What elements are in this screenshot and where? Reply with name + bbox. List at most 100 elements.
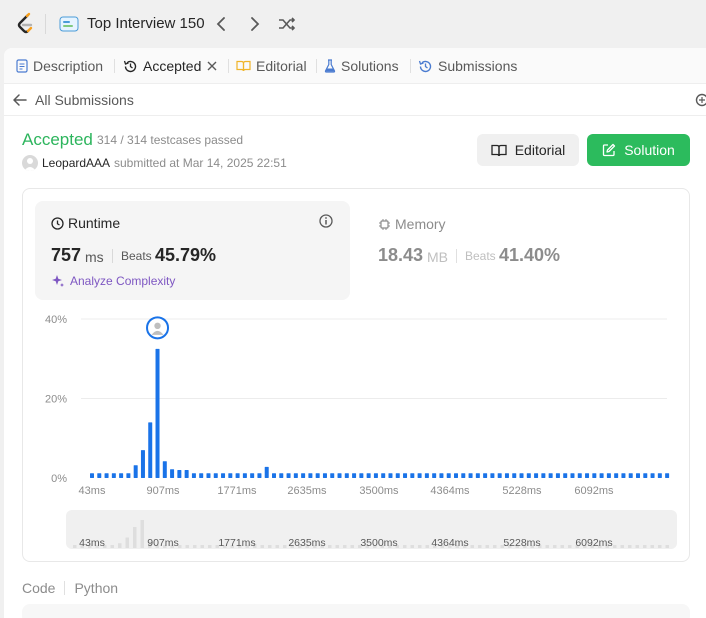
chart-bar[interactable]: [665, 473, 669, 478]
chart-bar[interactable]: [163, 461, 167, 478]
chart-bar[interactable]: [301, 473, 305, 478]
chart-bar[interactable]: [439, 473, 443, 478]
solution-button[interactable]: Solution: [587, 134, 690, 166]
chart-bar[interactable]: [636, 473, 640, 478]
chart-bar[interactable]: [221, 473, 225, 478]
chart-bar[interactable]: [621, 473, 625, 478]
chart-bar[interactable]: [570, 473, 574, 478]
chart-bar[interactable]: [425, 473, 429, 478]
chart-bar[interactable]: [330, 473, 334, 478]
chart-bar[interactable]: [257, 473, 261, 478]
chart-bar[interactable]: [476, 473, 480, 478]
chart-bar[interactable]: [199, 473, 203, 478]
chart-bar[interactable]: [512, 473, 516, 478]
chart-bar[interactable]: [600, 473, 604, 478]
chart-bar[interactable]: [541, 473, 545, 478]
share-icon[interactable]: [694, 92, 706, 108]
runtime-distribution-chart[interactable]: 0%20%40%43ms907ms1771ms2635ms3500ms4364m…: [23, 189, 691, 563]
chart-bar[interactable]: [614, 473, 618, 478]
chart-bar[interactable]: [549, 473, 553, 478]
chart-bar[interactable]: [490, 473, 494, 478]
chart-bar[interactable]: [447, 473, 451, 478]
chart-bar[interactable]: [352, 473, 356, 478]
author-name[interactable]: LeopardAAA: [42, 156, 110, 170]
chart-bar[interactable]: [505, 473, 509, 478]
chart-bar[interactable]: [185, 470, 189, 478]
arrow-left-icon[interactable]: [12, 92, 28, 108]
chart-bar[interactable]: [236, 473, 240, 478]
chart-bar[interactable]: [534, 473, 538, 478]
chart-bar[interactable]: [294, 473, 298, 478]
chart-bar[interactable]: [323, 473, 327, 478]
chart-bar[interactable]: [432, 473, 436, 478]
chart-bar[interactable]: [148, 422, 152, 478]
chart-bar[interactable]: [90, 473, 94, 478]
all-submissions-link[interactable]: All Submissions: [35, 92, 134, 108]
chart-bar[interactable]: [126, 473, 130, 478]
chart-bar[interactable]: [97, 473, 101, 478]
chart-bar[interactable]: [279, 473, 283, 478]
chart-bar[interactable]: [403, 473, 407, 478]
chart-bar[interactable]: [381, 473, 385, 478]
chevron-left-icon[interactable]: [210, 13, 232, 35]
editorial-button[interactable]: Editorial: [477, 134, 579, 166]
chart-bar[interactable]: [520, 473, 524, 478]
code-block[interactable]: [22, 604, 690, 618]
chart-bar[interactable]: [265, 467, 269, 478]
chart-bar[interactable]: [206, 473, 210, 478]
chart-bar[interactable]: [112, 473, 116, 478]
study-plan-icon[interactable]: [59, 14, 79, 34]
chart-bar[interactable]: [556, 473, 560, 478]
chart-bar[interactable]: [461, 473, 465, 478]
chart-bar[interactable]: [141, 450, 145, 478]
chart-bar[interactable]: [272, 473, 276, 478]
chart-bar[interactable]: [578, 473, 582, 478]
avatar[interactable]: [22, 155, 38, 171]
code-tab[interactable]: Code: [22, 580, 55, 596]
tab-editorial[interactable]: Editorial: [236, 48, 307, 84]
chart-bar[interactable]: [396, 473, 400, 478]
chart-bar[interactable]: [119, 473, 123, 478]
chart-bar[interactable]: [338, 473, 342, 478]
chart-bar[interactable]: [629, 473, 633, 478]
chart-bar[interactable]: [228, 473, 232, 478]
chart-bar[interactable]: [563, 473, 567, 478]
chart-bar[interactable]: [359, 473, 363, 478]
tab-accepted[interactable]: Accepted: [123, 48, 217, 84]
chart-bar[interactable]: [658, 473, 662, 478]
chart-bar[interactable]: [651, 473, 655, 478]
chart-bar[interactable]: [643, 473, 647, 478]
chart-bar[interactable]: [454, 473, 458, 478]
chart-bar[interactable]: [418, 473, 422, 478]
chart-bar[interactable]: [192, 473, 196, 478]
chart-bar[interactable]: [527, 473, 531, 478]
shuffle-icon[interactable]: [276, 13, 298, 35]
chart-bar[interactable]: [367, 473, 371, 478]
chart-bar[interactable]: [410, 473, 414, 478]
tab-solutions[interactable]: Solutions: [324, 48, 399, 84]
chart-bar[interactable]: [607, 473, 611, 478]
study-plan-title[interactable]: Top Interview 150: [87, 15, 205, 32]
chart-bar[interactable]: [498, 473, 502, 478]
chart-bar[interactable]: [345, 473, 349, 478]
chart-bar[interactable]: [170, 469, 174, 478]
chart-bar[interactable]: [316, 473, 320, 478]
chart-bar[interactable]: [214, 473, 218, 478]
chart-bar[interactable]: [134, 465, 138, 478]
tab-submissions[interactable]: Submissions: [418, 48, 517, 84]
chart-bar[interactable]: [483, 473, 487, 478]
chart-bar[interactable]: [243, 473, 247, 478]
chart-bar[interactable]: [592, 473, 596, 478]
chart-bar[interactable]: [469, 473, 473, 478]
chevron-right-icon[interactable]: [244, 13, 266, 35]
chart-bar[interactable]: [105, 473, 109, 478]
tab-description[interactable]: Description: [16, 48, 103, 84]
chart-bar[interactable]: [250, 473, 254, 478]
leetcode-logo[interactable]: [14, 12, 36, 36]
chart-bar[interactable]: [374, 473, 378, 478]
close-icon[interactable]: [207, 61, 217, 71]
chart-bar[interactable]: [156, 349, 160, 478]
chart-bar[interactable]: [388, 473, 392, 478]
chart-bar[interactable]: [585, 473, 589, 478]
chart-bar[interactable]: [287, 473, 291, 478]
